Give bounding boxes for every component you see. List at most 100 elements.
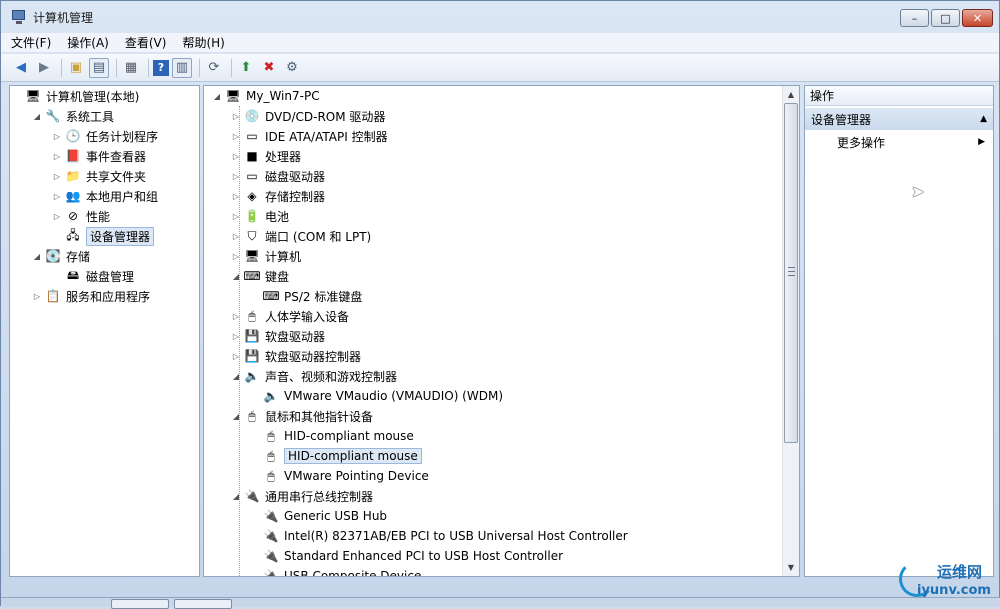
device-tree-item[interactable]: 🔌 Generic USB Hub [250, 506, 388, 526]
device-tree-item[interactable]: ⌨ PS/2 标准键盘 [250, 286, 362, 306]
device-tree-item[interactable]: ▷ ◈ 存储控制器 [231, 186, 325, 206]
device-tree-item[interactable]: ▷ 🖱 人体学输入设备 [231, 306, 349, 326]
back-arrow-icon[interactable]: ◀ [11, 58, 31, 78]
tree-item-label: 共享文件夹 [86, 169, 147, 184]
console-tree-item[interactable]: ◢ 🔧 系统工具 [32, 106, 114, 126]
menu-view[interactable]: 查看(V) [125, 34, 167, 51]
console-tree-item[interactable]: ▷ 🕒 任务计划程序 [52, 126, 158, 146]
show-hide-action-pane-icon[interactable]: ▥ [172, 57, 192, 78]
console-tree-item[interactable]: ▷ ⊘ 性能 [52, 206, 110, 226]
tree-item-label: HID-compliant mouse [284, 448, 422, 464]
collapse-triangle-icon[interactable]: ◢ [212, 92, 222, 101]
device-tree-item[interactable]: ◢ 🖥 My_Win7-PC [212, 86, 320, 106]
tree-item-label: My_Win7-PC [246, 89, 320, 103]
device-category-icon: 🖴 [66, 267, 80, 282]
collapse-triangle-icon[interactable]: ◢ [32, 112, 42, 121]
expand-triangle-icon[interactable]: ▷ [52, 152, 62, 161]
device-tree-item[interactable]: 🔌 Standard Enhanced PCI to USB Host Contr… [250, 546, 564, 566]
expand-triangle-icon[interactable]: ▷ [52, 172, 62, 181]
collapse-arrow-icon[interactable]: ▲ [980, 114, 987, 124]
console-tree-item[interactable]: 🖴 磁盘管理 [52, 266, 134, 286]
taskbar-button[interactable] [174, 599, 232, 609]
uninstall-icon[interactable]: ✖ [259, 58, 279, 78]
console-tree: 🖥 计算机管理(本地) ◢ 🔧 系统工具 ▷ 🕒 任务计划程序 ▷ 📕 事件查看器 ▷ 📁 共享文件夹 ▷ 👥… [9, 85, 200, 577]
device-tree-item[interactable]: 🔈 VMware VMaudio (VMAUDIO) (WDM) [250, 386, 504, 406]
device-tree-item[interactable]: ▷ 💾 软盘驱动器控制器 [231, 346, 361, 366]
help-icon[interactable]: ? [153, 59, 169, 76]
device-category-icon: 💾 [244, 349, 260, 363]
tree-item-label: 处理器 [265, 149, 302, 164]
minimize-button[interactable]: – [900, 9, 929, 27]
device-tree-item[interactable]: ▷ 🖥 计算机 [231, 246, 301, 266]
actions-section-device-manager[interactable]: 设备管理器 ▲ [805, 108, 993, 130]
device-tree-item[interactable]: ▷ ■ 处理器 [231, 146, 301, 166]
device-category-icon: 🖱 [267, 468, 275, 483]
device-category-icon: 🔋 [244, 209, 260, 223]
close-button[interactable]: ✕ [962, 9, 993, 27]
vertical-scrollbar[interactable]: ▲ ▼ [782, 86, 799, 576]
scroll-down-icon[interactable]: ▼ [783, 559, 799, 576]
device-tree-item[interactable]: ▷ ▭ IDE ATA/ATAPI 控制器 [231, 126, 388, 146]
collapse-triangle-icon[interactable]: ◢ [32, 252, 42, 261]
device-tree-item[interactable]: ◢ 🔈 声音、视频和游戏控制器 [231, 366, 397, 386]
update-driver-icon[interactable]: ⬆ [236, 58, 256, 78]
device-category-icon: ▭ [246, 129, 258, 143]
menu-help[interactable]: 帮助(H) [182, 34, 224, 51]
device-category-icon: 🔌 [263, 529, 279, 543]
scan-hardware-icon[interactable]: ⟳ [204, 58, 224, 78]
forward-arrow-icon[interactable]: ▶ [34, 58, 54, 78]
device-category-icon: 💿 [244, 109, 260, 123]
device-tree-item[interactable]: ▷ ⛉ 端口 (COM 和 LPT) [231, 226, 371, 246]
console-tree-item[interactable]: ◢ 💽 存储 [32, 246, 90, 266]
device-tree-item[interactable]: ◢ 🖱 鼠标和其他指针设备 [231, 406, 373, 426]
tree-item-label: USB Composite Device [284, 569, 422, 577]
device-tree-item[interactable]: ▷ 💿 DVD/CD-ROM 驱动器 [231, 106, 386, 126]
console-tree-item[interactable]: ▷ 👥 本地用户和组 [52, 186, 158, 206]
tree-item-label: 端口 (COM 和 LPT) [265, 229, 372, 244]
device-tree-item[interactable]: ◢ 🔌 通用串行总线控制器 [231, 486, 373, 506]
scroll-up-icon[interactable]: ▲ [783, 86, 799, 103]
tree-item-label: 通用串行总线控制器 [265, 489, 374, 504]
device-tree-item[interactable]: ▷ 💾 软盘驱动器 [231, 326, 325, 346]
properties-icon[interactable]: ⚙ [282, 58, 302, 78]
watermark-cn: 运维网 [937, 563, 983, 581]
expand-triangle-icon[interactable]: ▷ [52, 132, 62, 141]
device-category-icon: 📁 [65, 169, 81, 183]
device-tree-item[interactable]: 🖱 VMware Pointing Device [250, 466, 428, 486]
menu-action[interactable]: 操作(A) [67, 34, 109, 51]
maximize-button[interactable]: □ [931, 9, 960, 27]
up-folder-icon[interactable]: ▣ [66, 58, 86, 78]
expand-triangle-icon[interactable]: ▷ [32, 292, 42, 301]
export-list-icon[interactable]: ▦ [121, 58, 141, 78]
device-category-icon: ⌨ [262, 289, 280, 303]
toolbar: ◀ ▶ ▣ ▤ ▦ ? ▥ ⟳ ⬆ ✖ ⚙ [1, 54, 999, 82]
console-tree-item[interactable]: ▷ 📋 服务和应用程序 [32, 286, 150, 306]
console-tree-item[interactable]: 🖥 计算机管理(本地) [12, 86, 139, 106]
more-actions-item[interactable]: 更多操作 ▶ [805, 130, 993, 154]
menu-file[interactable]: 文件(F) [11, 34, 51, 51]
computer-management-icon [11, 9, 27, 25]
device-tree-item[interactable]: 🖱 HID-compliant mouse [250, 446, 422, 466]
device-category-icon: 🖥 [244, 249, 260, 263]
device-tree-item[interactable]: ▷ ▭ 磁盘驱动器 [231, 166, 325, 186]
tree-item-label: 系统工具 [66, 109, 115, 124]
console-tree-item[interactable]: ▷ 📁 共享文件夹 [52, 166, 146, 186]
device-category-icon: 🖱 [248, 308, 256, 323]
scroll-thumb[interactable] [784, 103, 798, 443]
device-tree-item[interactable]: 🔌 Intel(R) 82371AB/EB PCI to USB Universa… [250, 526, 628, 546]
device-tree-item[interactable]: 🔌 USB Composite Device [250, 566, 422, 577]
console-tree-item[interactable]: 🖧 设备管理器 [52, 226, 155, 246]
console-tree-item[interactable]: ▷ 📕 事件查看器 [52, 146, 146, 166]
expand-triangle-icon[interactable]: ▷ [52, 192, 62, 201]
device-category-icon: 🔈 [263, 389, 279, 403]
tree-item-label: 服务和应用程序 [66, 289, 151, 304]
tree-item-label: 任务计划程序 [86, 129, 159, 144]
taskbar-button[interactable] [111, 599, 169, 609]
show-hide-console-tree-icon[interactable]: ▤ [89, 57, 109, 78]
expand-triangle-icon[interactable]: ▷ [52, 212, 62, 221]
tree-item-label: VMware VMaudio (VMAUDIO) (WDM) [284, 389, 504, 403]
device-category-icon: 💾 [244, 329, 260, 343]
tree-item-label: 键盘 [265, 269, 290, 284]
tree-item-label: 磁盘驱动器 [265, 169, 326, 184]
device-tree-item[interactable]: 🖱 HID-compliant mouse [250, 426, 413, 446]
